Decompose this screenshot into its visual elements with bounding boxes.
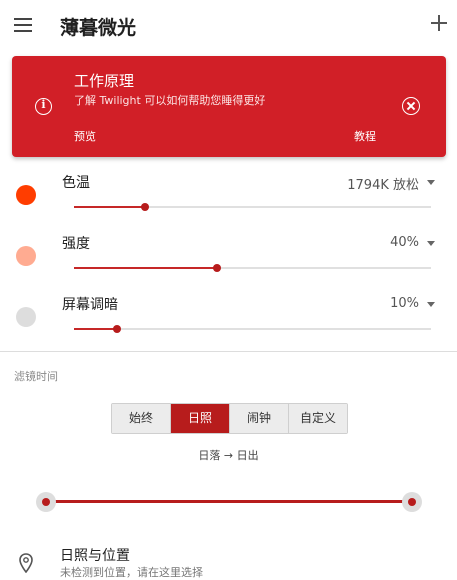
range-start-handle[interactable]: [36, 492, 56, 512]
intensity-label: 强度: [62, 236, 90, 252]
color-temperature-label: 色温: [62, 175, 90, 191]
menu-icon[interactable]: [14, 18, 32, 32]
app-title: 薄暮微光: [60, 17, 137, 39]
range-end-handle[interactable]: [402, 492, 422, 512]
tutorial-button[interactable]: 教程: [354, 128, 376, 144]
dim-screen-dropdown-icon[interactable]: [427, 302, 435, 307]
info-card: 工作原理 了解 Twilight 可以如何帮助您睡得更好 预览 教程: [12, 56, 446, 157]
location-title[interactable]: 日照与位置: [60, 545, 130, 565]
dim-screen-value[interactable]: 10%: [390, 296, 419, 311]
preview-button[interactable]: 预览: [74, 128, 96, 144]
slider-thumb[interactable]: [141, 203, 150, 211]
location-pin-icon: [19, 553, 33, 573]
color-temperature-dot: [16, 185, 36, 205]
color-temperature-value[interactable]: 1794K 放松: [347, 174, 419, 193]
filter-time-segmented-control: 始终 日照 闹钟 自定义: [111, 403, 348, 434]
filter-option-alarm[interactable]: 闹钟: [230, 404, 289, 433]
filter-time-header: 滤镜时间: [14, 370, 58, 383]
close-icon[interactable]: [402, 97, 420, 115]
location-subtitle[interactable]: 未检测到位置，请在这里选择: [60, 564, 203, 580]
divider: [0, 351, 457, 352]
filter-option-custom[interactable]: 自定义: [289, 404, 347, 433]
intensity-dropdown-icon[interactable]: [427, 241, 435, 246]
add-icon[interactable]: [430, 14, 448, 32]
intensity-slider[interactable]: [74, 264, 431, 272]
slider-fill: [74, 206, 146, 208]
slider-fill: [74, 328, 117, 330]
filter-option-sun[interactable]: 日照: [171, 404, 230, 433]
card-title: 工作原理: [74, 72, 135, 90]
card-subtitle: 了解 Twilight 可以如何帮助您睡得更好: [74, 94, 266, 107]
color-temperature-slider[interactable]: [74, 203, 431, 211]
filter-option-always[interactable]: 始终: [112, 404, 171, 433]
intensity-dot: [16, 246, 36, 266]
color-temperature-dropdown-icon[interactable]: [427, 180, 435, 185]
slider-thumb[interactable]: [112, 325, 121, 333]
time-range-track: [46, 500, 412, 503]
dim-screen-label: 屏幕调暗: [62, 297, 118, 313]
time-range-text: 日落 → 日出: [198, 449, 259, 462]
intensity-value[interactable]: 40%: [390, 235, 419, 250]
slider-fill: [74, 267, 217, 269]
info-icon: [35, 98, 52, 115]
dim-screen-slider[interactable]: [74, 325, 431, 333]
slider-thumb[interactable]: [212, 264, 221, 272]
dim-screen-dot: [16, 307, 36, 327]
